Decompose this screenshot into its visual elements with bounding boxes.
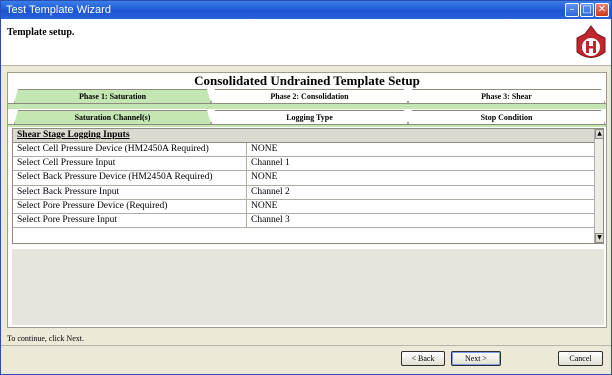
grid-scrollbar[interactable]: ▲ ▼ xyxy=(594,129,603,243)
tab-saturation-channels[interactable]: Saturation Channel(s) xyxy=(14,110,211,124)
row-value-select[interactable]: NONE xyxy=(247,171,603,184)
table-row[interactable]: Select Cell Pressure Device (HM2450A Req… xyxy=(13,143,603,158)
wizard-window: Test Template Wizard – □ ✕ Template setu… xyxy=(0,0,612,375)
close-icon[interactable]: ✕ xyxy=(595,3,609,17)
row-value-select[interactable]: Channel 3 xyxy=(247,214,603,227)
tab-phase-1-saturation[interactable]: Phase 1: Saturation xyxy=(14,89,211,103)
wizard-header: Template setup. xyxy=(1,19,611,66)
empty-content-area xyxy=(12,249,604,325)
row-value-select[interactable]: NONE xyxy=(247,143,603,156)
row-value-select[interactable]: Channel 1 xyxy=(247,157,603,170)
scroll-down-icon[interactable]: ▼ xyxy=(595,233,603,243)
row-label: Select Cell Pressure Input xyxy=(13,157,247,171)
tab-phase-2-consolidation[interactable]: Phase 2: Consolidation xyxy=(211,89,408,103)
tab-logging-type[interactable]: Logging Type xyxy=(211,110,408,124)
window-title: Test Template Wizard xyxy=(6,4,111,16)
row-label: Select Cell Pressure Device (HM2450A Req… xyxy=(13,143,247,157)
table-row[interactable]: Select Cell Pressure Input Channel 1 xyxy=(13,157,603,172)
next-button[interactable]: Next > xyxy=(451,351,501,366)
row-label: Select Pore Pressure Device (Required) xyxy=(13,199,247,213)
row-value-select[interactable]: Channel 2 xyxy=(247,186,603,199)
table-row[interactable]: Select Pore Pressure Input Channel 3 xyxy=(13,213,603,229)
title-bar[interactable]: Test Template Wizard – □ ✕ xyxy=(1,1,611,19)
setup-title: Consolidated Undrained Template Setup xyxy=(194,73,420,88)
sub-tab-row: Saturation Channel(s) Logging Type Stop … xyxy=(14,110,605,124)
table-row[interactable]: Select Pore Pressure Device (Required) N… xyxy=(13,199,603,214)
tab-stop-condition[interactable]: Stop Condition xyxy=(408,110,605,124)
phase-tab-row: Phase 1: Saturation Phase 2: Consolidati… xyxy=(14,89,605,103)
row-label: Select Back Pressure Input xyxy=(13,185,247,199)
scroll-up-icon[interactable]: ▲ xyxy=(595,129,603,139)
minimize-icon[interactable]: – xyxy=(565,3,579,17)
row-label: Select Pore Pressure Input xyxy=(13,213,247,228)
grid-section-header: Shear Stage Logging Inputs xyxy=(13,129,603,143)
table-row[interactable]: Select Back Pressure Device (HM2450A Req… xyxy=(13,171,603,186)
inputs-grid: Shear Stage Logging Inputs Select Cell P… xyxy=(12,128,604,244)
phase-tab-strip xyxy=(8,103,606,109)
footer-divider xyxy=(1,345,611,346)
row-label: Select Back Pressure Device (HM2450A Req… xyxy=(13,171,247,185)
continue-hint: To continue, click Next. xyxy=(7,334,84,343)
template-setup-panel: Consolidated Undrained Template Setup Ph… xyxy=(7,72,607,328)
row-value-select[interactable]: NONE xyxy=(247,200,603,213)
maximize-icon[interactable]: □ xyxy=(580,3,594,17)
table-row[interactable]: Select Back Pressure Input Channel 2 xyxy=(13,185,603,200)
cancel-button[interactable]: Cancel xyxy=(558,351,603,366)
header-title: Template setup. xyxy=(7,27,75,38)
h-logo-icon xyxy=(576,25,606,58)
tab-phase-3-shear[interactable]: Phase 3: Shear xyxy=(408,89,605,103)
window-controls: – □ ✕ xyxy=(565,3,609,17)
back-button[interactable]: < Back xyxy=(401,351,445,366)
sub-tab-strip xyxy=(8,124,606,127)
